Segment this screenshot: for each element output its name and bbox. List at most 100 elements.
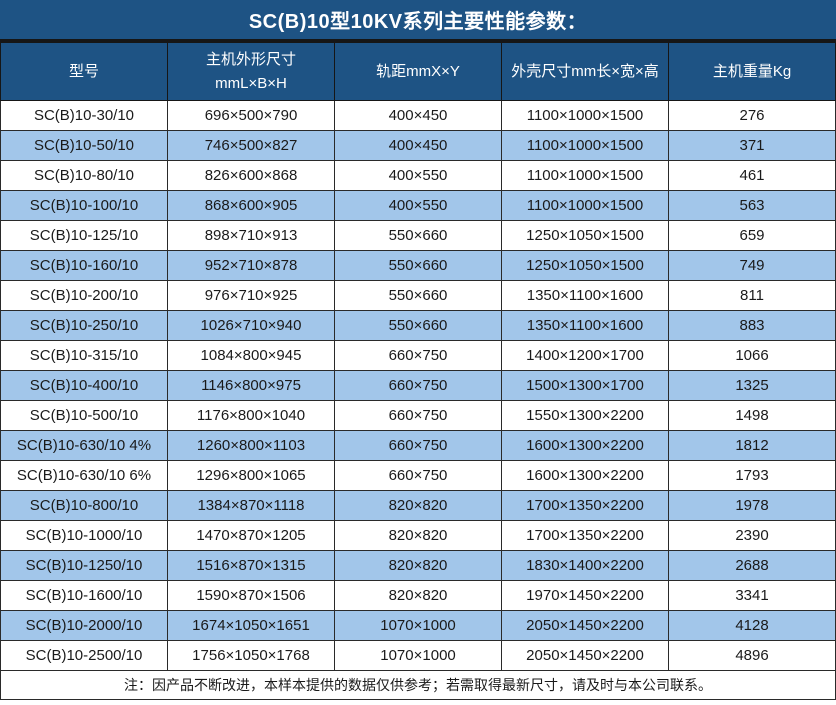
- cell-main-unit-dimensions: 1470×870×1205: [168, 521, 335, 551]
- cell-model: SC(B)10-2500/10: [1, 641, 168, 671]
- cell-main-unit-dimensions: 1590×870×1506: [168, 581, 335, 611]
- cell-shell-dimensions: 1350×1100×1600: [502, 311, 669, 341]
- cell-rail-gauge: 820×820: [335, 491, 502, 521]
- cell-shell-dimensions: 1500×1300×1700: [502, 371, 669, 401]
- table-row: SC(B)10-2500/101756×1050×17681070×100020…: [1, 641, 836, 671]
- cell-model: SC(B)10-160/10: [1, 251, 168, 281]
- cell-main-unit-dimensions: 1176×800×1040: [168, 401, 335, 431]
- table-row: SC(B)10-315/101084×800×945660×7501400×12…: [1, 341, 836, 371]
- cell-shell-dimensions: 1250×1050×1500: [502, 221, 669, 251]
- cell-rail-gauge: 820×820: [335, 581, 502, 611]
- cell-main-unit-dimensions: 868×600×905: [168, 191, 335, 221]
- cell-shell-dimensions: 1100×1000×1500: [502, 191, 669, 221]
- cell-model: SC(B)10-200/10: [1, 281, 168, 311]
- cell-model: SC(B)10-1600/10: [1, 581, 168, 611]
- table-row: SC(B)10-160/10952×710×878550×6601250×105…: [1, 251, 836, 281]
- cell-weight: 1793: [669, 461, 836, 491]
- cell-shell-dimensions: 2050×1450×2200: [502, 611, 669, 641]
- cell-rail-gauge: 660×750: [335, 371, 502, 401]
- cell-shell-dimensions: 1100×1000×1500: [502, 131, 669, 161]
- table-row: SC(B)10-50/10746×500×827400×4501100×1000…: [1, 131, 836, 161]
- table-row: SC(B)10-30/10696×500×790400×4501100×1000…: [1, 101, 836, 131]
- cell-model: SC(B)10-630/10 4%: [1, 431, 168, 461]
- cell-rail-gauge: 660×750: [335, 431, 502, 461]
- cell-main-unit-dimensions: 746×500×827: [168, 131, 335, 161]
- cell-model: SC(B)10-125/10: [1, 221, 168, 251]
- column-header-label: 型号: [69, 63, 99, 80]
- cell-model: SC(B)10-400/10: [1, 371, 168, 401]
- cell-rail-gauge: 660×750: [335, 461, 502, 491]
- cell-model: SC(B)10-1000/10: [1, 521, 168, 551]
- cell-model: SC(B)10-2000/10: [1, 611, 168, 641]
- cell-main-unit-dimensions: 976×710×925: [168, 281, 335, 311]
- cell-model: SC(B)10-1250/10: [1, 551, 168, 581]
- table-row: SC(B)10-80/10826×600×868400×5501100×1000…: [1, 161, 836, 191]
- cell-weight: 461: [669, 161, 836, 191]
- cell-main-unit-dimensions: 898×710×913: [168, 221, 335, 251]
- column-header-main-unit-dimensions: 主机外形尺寸 mmL×B×H: [168, 43, 335, 101]
- cell-main-unit-dimensions: 1296×800×1065: [168, 461, 335, 491]
- column-header-label: 主机外形尺寸: [206, 51, 296, 68]
- cell-weight: 883: [669, 311, 836, 341]
- cell-weight: 4896: [669, 641, 836, 671]
- cell-shell-dimensions: 1600×1300×2200: [502, 461, 669, 491]
- cell-rail-gauge: 550×660: [335, 311, 502, 341]
- cell-shell-dimensions: 1100×1000×1500: [502, 161, 669, 191]
- cell-weight: 371: [669, 131, 836, 161]
- spec-sheet-page: SC(B)10型10KV系列主要性能参数： 型号 主机外形尺寸 mmL×B×H …: [0, 0, 836, 705]
- cell-rail-gauge: 550×660: [335, 281, 502, 311]
- cell-weight: 1325: [669, 371, 836, 401]
- cell-rail-gauge: 660×750: [335, 341, 502, 371]
- table-row: SC(B)10-200/10976×710×925550×6601350×110…: [1, 281, 836, 311]
- cell-shell-dimensions: 1100×1000×1500: [502, 101, 669, 131]
- header-row: 型号 主机外形尺寸 mmL×B×H 轨距mmX×Y 外壳尺寸mm长×宽×高 主机…: [1, 43, 836, 101]
- cell-rail-gauge: 1070×1000: [335, 641, 502, 671]
- cell-rail-gauge: 1070×1000: [335, 611, 502, 641]
- table-row: SC(B)10-125/10898×710×913550×6601250×105…: [1, 221, 836, 251]
- cell-weight: 2688: [669, 551, 836, 581]
- cell-model: SC(B)10-50/10: [1, 131, 168, 161]
- table-row: SC(B)10-630/10 4%1260×800×1103660×750160…: [1, 431, 836, 461]
- table-body: SC(B)10-30/10696×500×790400×4501100×1000…: [1, 101, 836, 671]
- cell-rail-gauge: 400×450: [335, 101, 502, 131]
- column-header-label: 主机重量Kg: [713, 63, 791, 80]
- cell-rail-gauge: 400×550: [335, 191, 502, 221]
- cell-weight: 4128: [669, 611, 836, 641]
- footnote: 注：因产品不断改进，本样本提供的数据仅供参考；若需取得最新尺寸，请及时与本公司联…: [0, 671, 836, 700]
- cell-shell-dimensions: 2050×1450×2200: [502, 641, 669, 671]
- cell-model: SC(B)10-30/10: [1, 101, 168, 131]
- cell-rail-gauge: 400×450: [335, 131, 502, 161]
- column-header-label: 外壳尺寸mm长×宽×高: [511, 63, 659, 80]
- cell-model: SC(B)10-100/10: [1, 191, 168, 221]
- cell-weight: 1812: [669, 431, 836, 461]
- cell-rail-gauge: 550×660: [335, 251, 502, 281]
- cell-weight: 811: [669, 281, 836, 311]
- table-row: SC(B)10-1250/101516×870×1315820×8201830×…: [1, 551, 836, 581]
- cell-main-unit-dimensions: 1516×870×1315: [168, 551, 335, 581]
- cell-model: SC(B)10-80/10: [1, 161, 168, 191]
- cell-rail-gauge: 400×550: [335, 161, 502, 191]
- cell-main-unit-dimensions: 952×710×878: [168, 251, 335, 281]
- cell-weight: 276: [669, 101, 836, 131]
- cell-weight: 1066: [669, 341, 836, 371]
- table-row: SC(B)10-100/10868×600×905400×5501100×100…: [1, 191, 836, 221]
- cell-weight: 1978: [669, 491, 836, 521]
- cell-model: SC(B)10-630/10 6%: [1, 461, 168, 491]
- table-row: SC(B)10-1600/101590×870×1506820×8201970×…: [1, 581, 836, 611]
- cell-main-unit-dimensions: 1756×1050×1768: [168, 641, 335, 671]
- cell-shell-dimensions: 1700×1350×2200: [502, 521, 669, 551]
- table-row: SC(B)10-500/101176×800×1040660×7501550×1…: [1, 401, 836, 431]
- cell-shell-dimensions: 1550×1300×2200: [502, 401, 669, 431]
- cell-weight: 659: [669, 221, 836, 251]
- page-title: SC(B)10型10KV系列主要性能参数：: [249, 5, 587, 34]
- cell-weight: 3341: [669, 581, 836, 611]
- cell-weight: 563: [669, 191, 836, 221]
- table-row: SC(B)10-800/101384×870×1118820×8201700×1…: [1, 491, 836, 521]
- cell-rail-gauge: 820×820: [335, 521, 502, 551]
- cell-model: SC(B)10-250/10: [1, 311, 168, 341]
- cell-model: SC(B)10-315/10: [1, 341, 168, 371]
- cell-rail-gauge: 550×660: [335, 221, 502, 251]
- cell-weight: 1498: [669, 401, 836, 431]
- column-header-sublabel: mmL×B×H: [168, 72, 334, 96]
- footnote-text: 注：因产品不断改进，本样本提供的数据仅供参考；若需取得最新尺寸，请及时与本公司联…: [124, 675, 712, 695]
